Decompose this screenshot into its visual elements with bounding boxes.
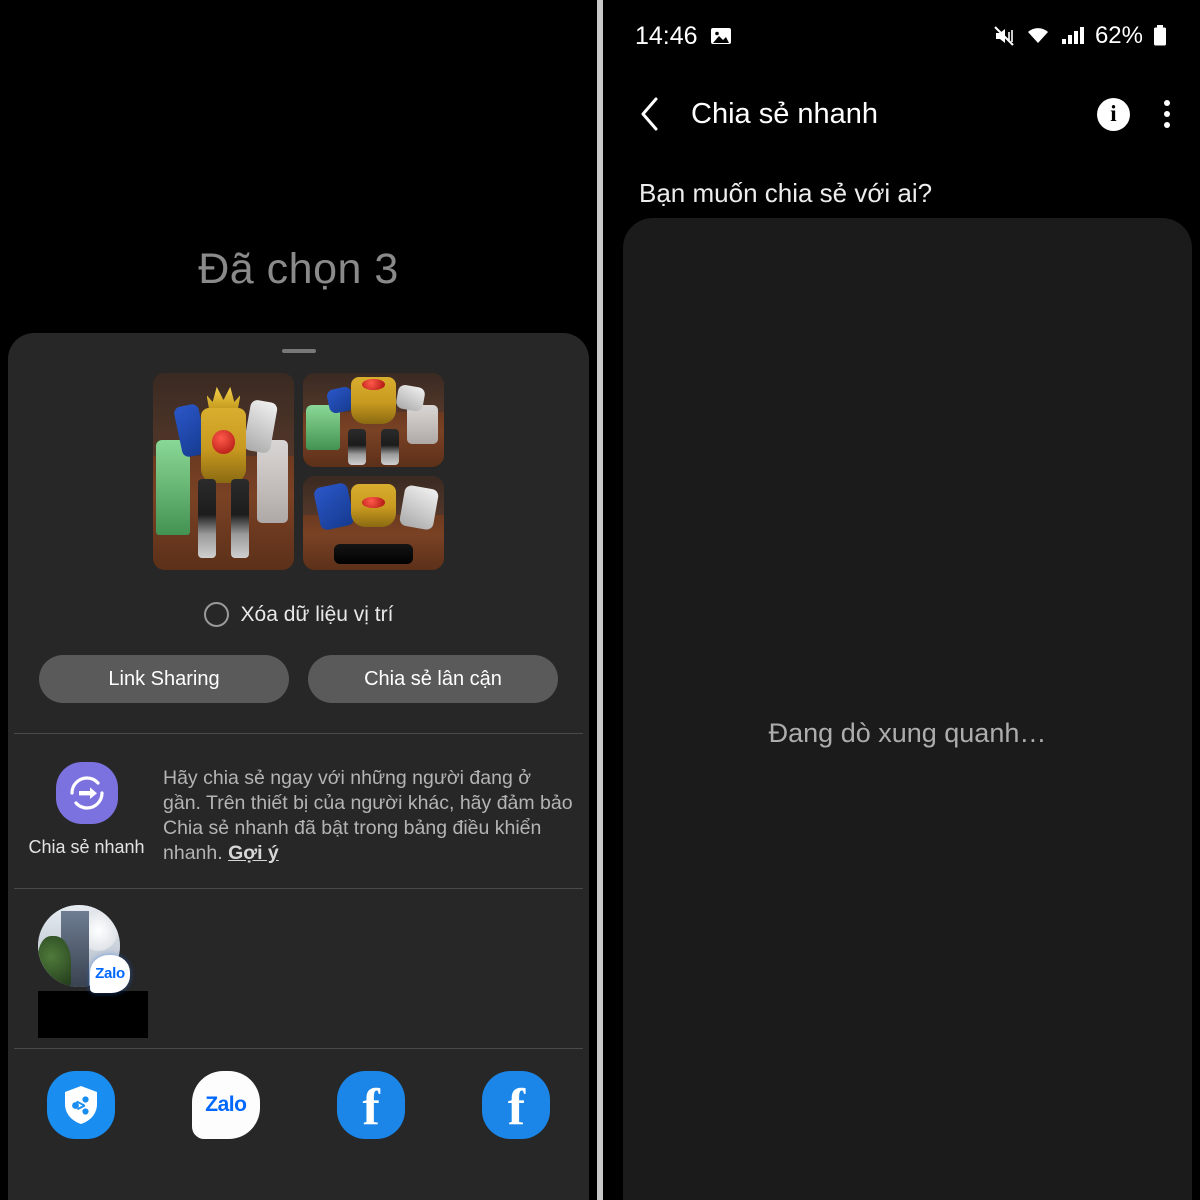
quick-share-icon-group[interactable]: Chia sẻ nhanh [24, 762, 149, 866]
delete-location-label: Xóa dữ liệu vị trí [240, 602, 394, 626]
robot-photo-3 [303, 476, 444, 570]
robot-photo-1 [153, 373, 294, 570]
nearby-devices-card: Đang dò xung quanh… [623, 218, 1192, 1200]
status-bar-left: 14:46 [635, 22, 732, 51]
signal-icon [1061, 27, 1084, 44]
app-slot-2: Zalo [153, 1070, 298, 1139]
contact-item[interactable]: Zalo [38, 904, 150, 1038]
contact-name-redaction [38, 990, 148, 1038]
nearby-share-button[interactable]: Chia sẻ lân cận [308, 655, 558, 703]
image-icon [710, 28, 731, 44]
dual-screenshot-container: Đã chọn 3 Xóa dữ liệu vị trí Link Sharin… [0, 0, 1200, 1200]
link-sharing-button[interactable]: Link Sharing [39, 655, 289, 703]
thumbnail-column [303, 373, 444, 571]
quick-share-tip-link[interactable]: Gợi ý [228, 842, 279, 864]
thumbnail-3[interactable] [303, 476, 444, 570]
app-share-targets: Zalo f f [8, 1049, 589, 1165]
chevron-left-icon [641, 97, 658, 131]
battery-percent: 62% [1094, 22, 1143, 49]
mute-vibrate-icon [994, 26, 1014, 46]
searching-status: Đang dò xung quanh… [768, 718, 1047, 748]
facebook-app-icon-2[interactable]: f [482, 1070, 551, 1139]
direct-share-contacts: Zalo [8, 889, 589, 1048]
app-slot-1 [8, 1070, 153, 1139]
facebook-f-glyph: f [362, 1078, 380, 1136]
zalo-badge-icon: Zalo [90, 954, 130, 993]
info-glyph: i [1110, 101, 1117, 126]
facebook-app-icon-1[interactable]: f [337, 1070, 406, 1139]
shield-share-icon [64, 1085, 97, 1124]
app-bar-actions: i [1097, 96, 1174, 132]
share-action-buttons: Link Sharing Chia sẻ lân cận [8, 655, 589, 703]
share-bottom-sheet: Xóa dữ liệu vị trí Link Sharing Chia sẻ … [8, 333, 589, 1200]
app-slot-4: f [444, 1070, 589, 1139]
status-time: 14:46 [635, 21, 698, 50]
delete-location-checkbox[interactable] [203, 602, 229, 627]
page-title: Chia sẻ nhanh [691, 97, 879, 130]
sheet-drag-handle[interactable] [281, 349, 316, 353]
selected-count-title: Đã chọn 3 [198, 245, 399, 293]
battery-icon [1154, 25, 1166, 46]
circular-arrow-icon [69, 776, 104, 810]
info-icon[interactable]: i [1097, 97, 1130, 131]
zalo-badge-label: Zalo [95, 965, 125, 983]
status-bar-right: 62% [992, 22, 1168, 50]
quick-share-description-text: Hãy chia sẻ ngay với những người đang ở … [163, 767, 573, 864]
status-bar: 14:46 62% [603, 0, 1200, 72]
quick-share-description: Hãy chia sẻ ngay với những người đang ở … [163, 762, 573, 866]
share-question: Bạn muốn chia sẻ với ai? [639, 178, 933, 208]
quick-share-icon [55, 762, 118, 824]
thumbnail-1[interactable] [153, 373, 294, 570]
back-button[interactable] [629, 93, 671, 135]
app-slot-3: f [299, 1070, 444, 1139]
selected-thumbnails [8, 373, 589, 571]
more-options-icon[interactable] [1160, 96, 1174, 132]
robot-photo-2 [303, 373, 444, 467]
thumbnail-2[interactable] [303, 373, 444, 467]
wifi-icon [1027, 28, 1048, 43]
left-phone-screen: Đã chọn 3 Xóa dữ liệu vị trí Link Sharin… [0, 0, 597, 1200]
facebook-f-glyph-2: f [507, 1078, 526, 1136]
zalo-app-icon[interactable]: Zalo [191, 1070, 260, 1139]
delete-location-row[interactable]: Xóa dữ liệu vị trí [8, 602, 589, 627]
quick-share-app-icon[interactable] [46, 1070, 115, 1139]
right-phone-screen: 14:46 62% Chia sẻ nhanh i Bạn muốn chia … [603, 0, 1200, 1200]
quick-share-label: Chia sẻ nhanh [28, 837, 145, 857]
quick-share-section[interactable]: Chia sẻ nhanh Hãy chia sẻ ngay với những… [8, 734, 589, 888]
app-bar: Chia sẻ nhanh i [603, 72, 1200, 156]
zalo-app-label: Zalo [205, 1092, 247, 1116]
